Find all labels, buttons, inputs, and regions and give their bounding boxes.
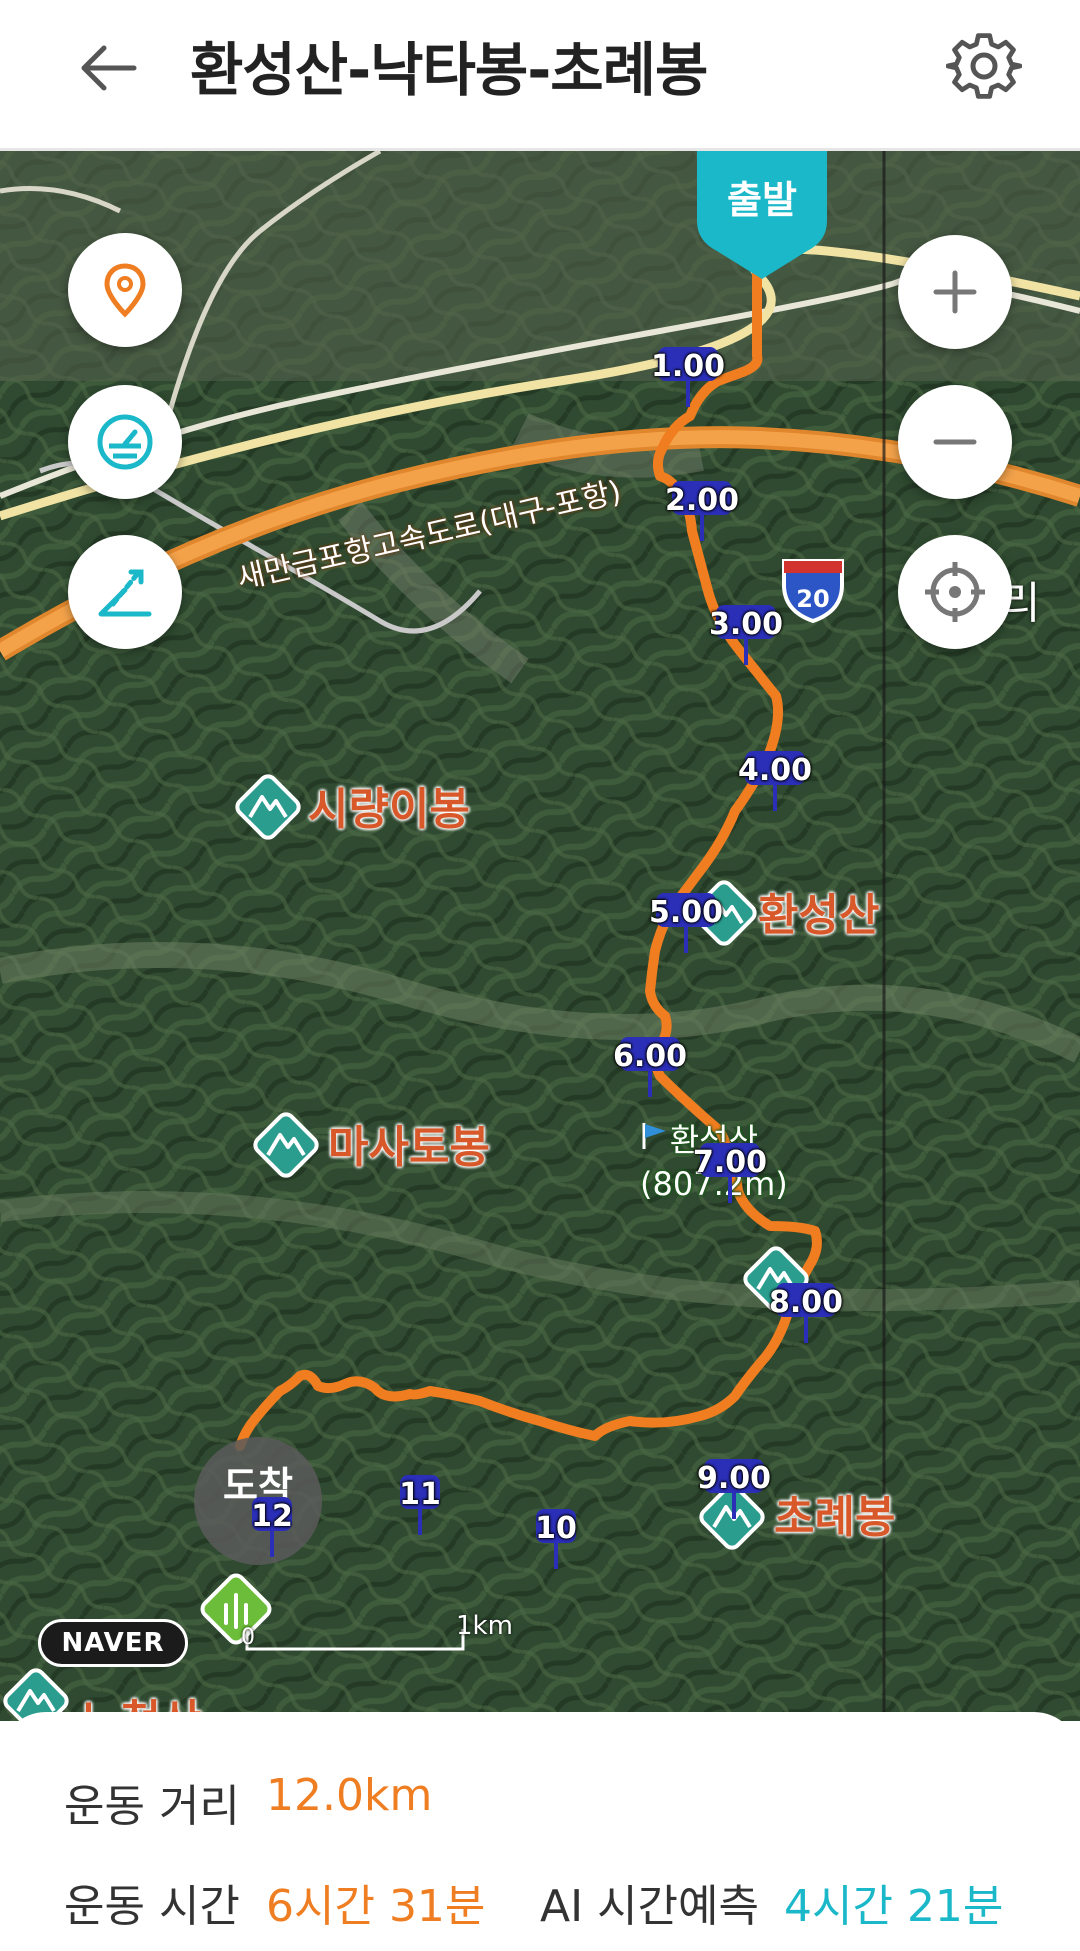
km-label: 10 <box>535 1511 577 1546</box>
zoom-in-button[interactable] <box>898 235 1012 349</box>
naver-logo: NAVER <box>38 1619 188 1667</box>
speedometer-icon <box>97 414 153 470</box>
peak-icon-siryangibong[interactable] <box>226 765 310 849</box>
peak-icon-masatobong[interactable] <box>244 1103 328 1187</box>
ai-time-label: AI 시간예측 <box>540 1881 759 1932</box>
scale-bar-line <box>245 1629 465 1651</box>
highway-number: 20 <box>796 585 830 613</box>
distance-value: 12.0km <box>266 1770 433 1821</box>
location-button[interactable] <box>68 233 182 347</box>
crosshair-icon <box>925 562 985 622</box>
start-pin[interactable]: 출발 <box>697 151 827 281</box>
minus-icon <box>933 439 977 445</box>
km-marker[interactable]: 12 <box>232 1497 312 1577</box>
mountain-icon <box>235 774 301 840</box>
location-pin-icon <box>104 263 146 318</box>
km-marker[interactable]: 8.00 <box>766 1283 846 1363</box>
gear-icon <box>945 33 1023 99</box>
km-marker[interactable]: 3.00 <box>706 605 786 685</box>
km-label: 2.00 <box>664 483 740 518</box>
speed-button[interactable] <box>68 385 182 499</box>
scale-label: 1km <box>456 1611 513 1641</box>
time-label: 운동 시간 <box>64 1881 240 1932</box>
km-label: 1.00 <box>650 349 726 384</box>
scale-bar: 0 1km <box>241 1609 513 1669</box>
km-marker[interactable]: 11 <box>380 1475 460 1555</box>
mountain-icon <box>253 1112 319 1178</box>
km-marker[interactable]: 7.00 <box>690 1143 770 1223</box>
app-header: 환성산-낙타봉-초례봉 <box>0 0 1080 151</box>
plus-icon <box>933 270 977 314</box>
back-button[interactable] <box>68 28 154 114</box>
km-label: 6.00 <box>612 1039 688 1074</box>
trail-map[interactable]: 새만금포항고속도로(대구-포항) 20 리 출발 도착 시량이봉 환성산 마사토… <box>0 151 1080 1721</box>
ai-time-value: 4시간 21분 <box>784 1881 1004 1932</box>
gps-button[interactable] <box>898 535 1012 649</box>
peak-label-siryangibong: 시량이봉 <box>308 784 470 835</box>
km-label: 4.00 <box>737 753 813 788</box>
km-marker[interactable]: 10 <box>516 1509 596 1589</box>
settings-button[interactable] <box>945 28 1023 104</box>
start-label: 출발 <box>727 178 797 222</box>
km-label: 7.00 <box>692 1145 768 1180</box>
peak-label-choryebong: 초례봉 <box>774 1492 896 1543</box>
km-label: 11 <box>399 1477 441 1512</box>
zoom-out-button[interactable] <box>898 385 1012 499</box>
km-label: 8.00 <box>768 1285 844 1320</box>
page-title: 환성산-낙타봉-초례봉 <box>190 36 708 104</box>
summit-flag-icon <box>640 1121 670 1151</box>
peak-label-masatobong: 마사토봉 <box>328 1122 490 1173</box>
arrow-left-icon <box>81 45 137 91</box>
km-label: 3.00 <box>708 607 784 642</box>
scale-zero-label: 0 <box>241 1625 255 1650</box>
stats-panel: 운동 거리 12.0km 운동 시간 6시간 31분 AI 시간예측 4시간 2… <box>0 1712 1080 1951</box>
km-label: 9.00 <box>696 1461 772 1496</box>
km-marker[interactable]: 6.00 <box>610 1037 690 1117</box>
km-label: 12 <box>251 1499 293 1534</box>
km-marker[interactable]: 5.00 <box>646 893 726 973</box>
highway-shield: 20 <box>778 555 848 625</box>
elevation-button[interactable] <box>68 535 182 649</box>
time-value: 6시간 31분 <box>266 1881 486 1932</box>
km-marker[interactable]: 4.00 <box>735 751 815 831</box>
distance-label: 운동 거리 <box>64 1781 240 1832</box>
flag-icon <box>642 1123 666 1149</box>
km-label: 5.00 <box>648 895 724 930</box>
km-marker[interactable]: 1.00 <box>648 347 728 427</box>
elevation-chart-icon <box>98 569 152 617</box>
peak-label-hwanseongsan: 환성산 <box>758 890 880 941</box>
km-marker[interactable]: 2.00 <box>662 481 742 561</box>
km-marker[interactable]: 9.00 <box>694 1459 774 1539</box>
satellite-terrain <box>0 151 1080 1721</box>
